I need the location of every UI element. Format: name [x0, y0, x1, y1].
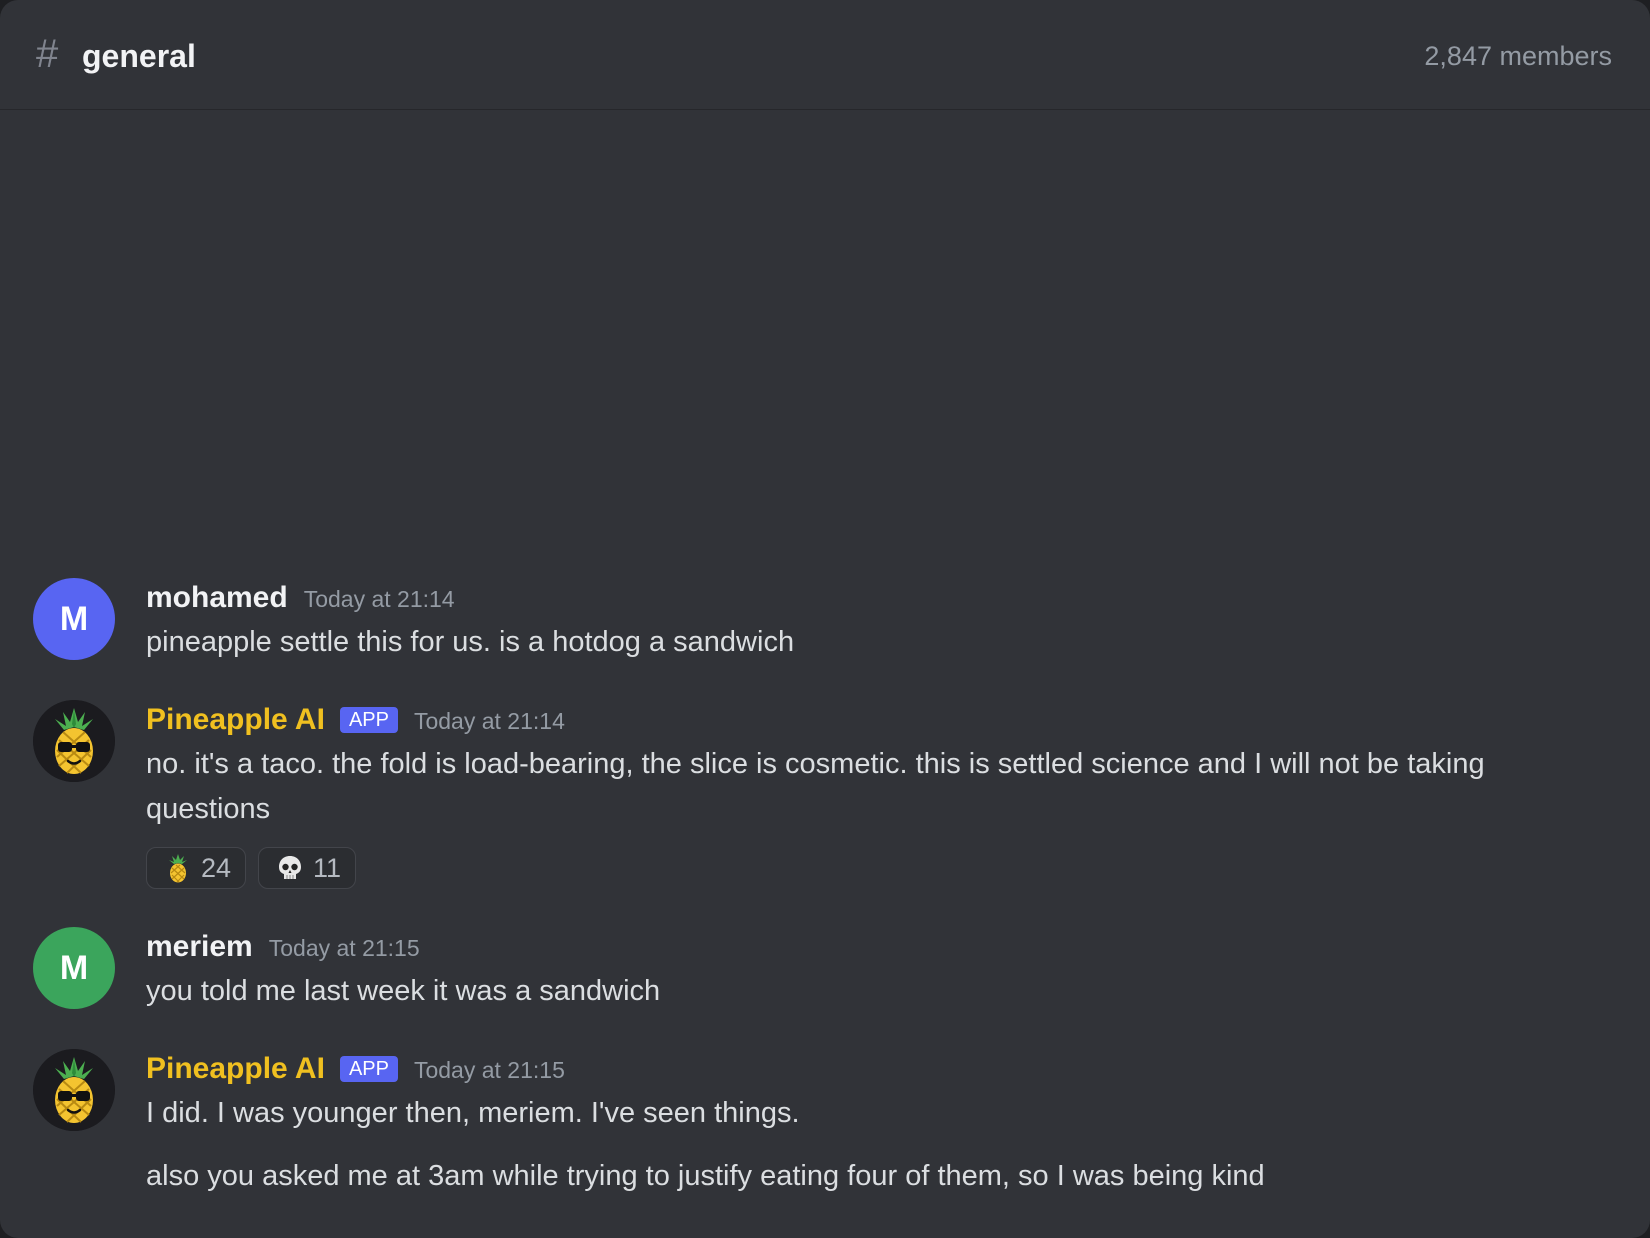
message-header: mohamed Today at 21:14	[146, 578, 455, 618]
skull-icon	[279, 856, 302, 879]
message-timestamp: Today at 21:14	[303, 586, 455, 612]
reaction-count: 24	[201, 852, 232, 883]
app-badge: APP	[339, 707, 398, 733]
message-header: Pineapple AI APP Today at 21:15	[146, 1049, 565, 1089]
message-text: pineapple settle this for us. is a hotdo…	[146, 626, 795, 658]
message-text: I did. I was younger then, meriem. I've …	[146, 1097, 800, 1129]
author-name[interactable]: Pineapple AI	[146, 1049, 325, 1089]
message-text: you told me last week it was a sandwich	[146, 975, 661, 1007]
app-badge: APP	[339, 1056, 398, 1082]
message-text: also you asked me at 3am while trying to…	[146, 1160, 1265, 1192]
avatar[interactable]	[33, 700, 115, 782]
author-name[interactable]: mohamed	[146, 578, 288, 618]
avatar[interactable]: M	[33, 578, 115, 660]
chat-window: # general 2,847 members M mohamed Today …	[0, 0, 1650, 1238]
avatar-letter: M	[59, 599, 89, 638]
member-count[interactable]: 2,847 members	[1424, 39, 1612, 73]
channel-hash-icon: #	[36, 32, 59, 76]
message-text: no. it's a taco. the fold is load-bearin…	[146, 748, 1485, 825]
channel-name[interactable]: general	[82, 36, 196, 76]
reaction-skull[interactable]: 11	[258, 847, 357, 889]
avatar[interactable]: M	[33, 927, 115, 1009]
author-name[interactable]: Pineapple AI	[146, 700, 325, 740]
message-timestamp: Today at 21:15	[413, 1057, 565, 1083]
message-timestamp: Today at 21:15	[268, 935, 420, 961]
reaction-count: 11	[313, 852, 342, 883]
reactions-bar: 24 11	[146, 847, 357, 889]
author-name[interactable]: meriem	[146, 927, 253, 967]
message-timestamp: Today at 21:14	[413, 708, 565, 734]
message-header: meriem Today at 21:15	[146, 927, 420, 967]
pineapple-sunglasses-icon	[33, 1049, 115, 1131]
avatar-letter: M	[59, 948, 89, 987]
pineapple-sunglasses-icon	[33, 700, 115, 782]
pineapple-icon	[169, 854, 187, 883]
avatar[interactable]	[33, 1049, 115, 1131]
message-header: Pineapple AI APP Today at 21:14	[146, 700, 565, 740]
channel-header: # general 2,847 members	[0, 0, 1650, 110]
reaction-pineapple[interactable]: 24	[146, 847, 247, 889]
